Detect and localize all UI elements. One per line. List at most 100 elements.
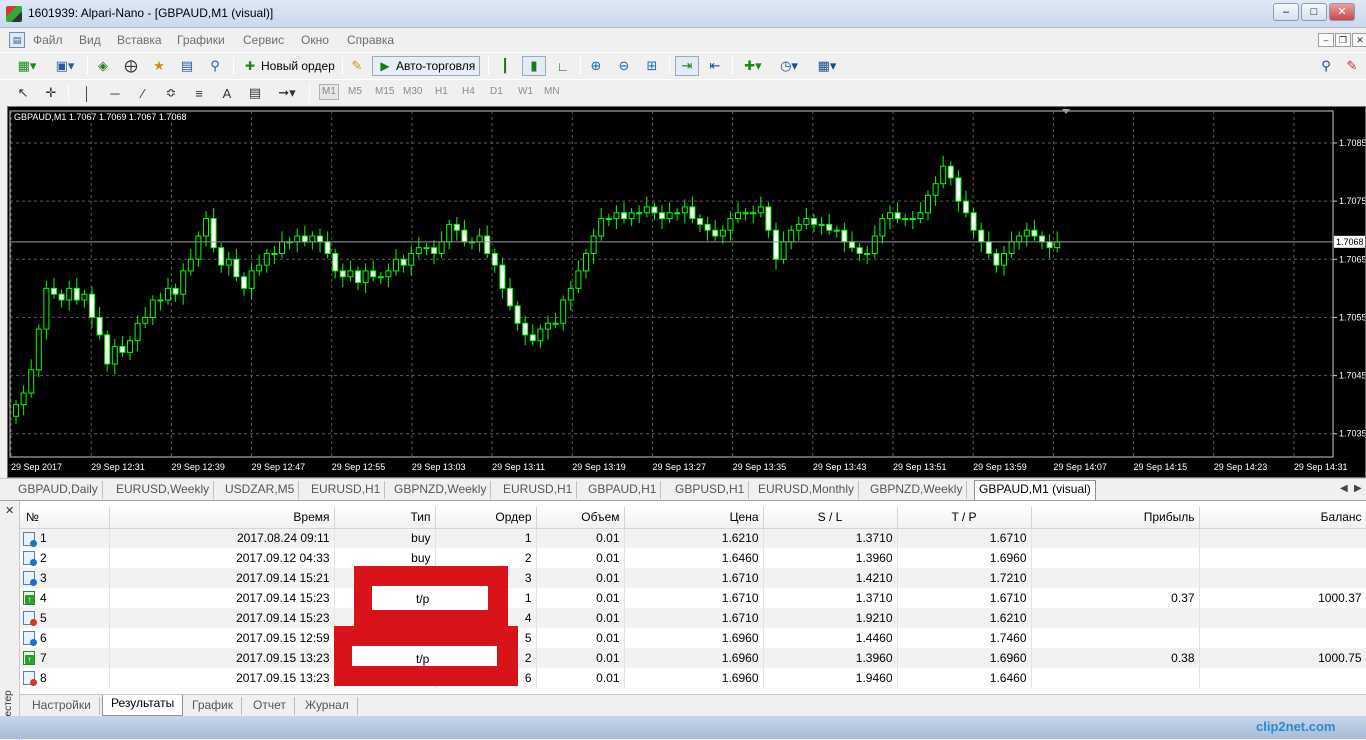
column-header[interactable]: Время	[109, 507, 335, 529]
chart-tab[interactable]: EURUSD,Weekly	[112, 481, 215, 499]
profiles-icon[interactable]: ▣▾	[48, 56, 82, 76]
timeframe-h4[interactable]: H4	[462, 86, 475, 97]
row-number: 6	[40, 630, 47, 645]
vertical-line-icon[interactable]: │	[76, 83, 98, 103]
maximize-button[interactable]: □	[1301, 3, 1327, 21]
terminal-icon[interactable]: ▤	[176, 56, 198, 76]
text-label-icon[interactable]: ▤	[244, 83, 266, 103]
trendline-icon[interactable]: ∕	[132, 83, 154, 103]
auto-trading-button[interactable]: ▶ Авто-торговля	[372, 56, 481, 76]
table-row[interactable]: 3 2017.09.14 15:21 3 0.01 1.6710 1.4210 1.7210	[20, 568, 1366, 588]
table-row[interactable]: 8 2017.09.15 13:23 6 0.01 1.6960 1.9460 1.6460	[20, 668, 1366, 688]
timeframe-m15[interactable]: M15	[375, 86, 394, 97]
chart-tab[interactable]: GBPUSD,H1	[671, 481, 750, 499]
zoom-out-icon[interactable]: ⊖	[613, 56, 635, 76]
x-tick-label: 29 Sep 13:35	[733, 462, 787, 472]
mdi-minimize-button[interactable]: –	[1318, 33, 1334, 47]
tester-close-icon[interactable]: ✕	[5, 504, 14, 517]
table-row[interactable]: 42017.09.14 15:2310.011.67101.37101.6710…	[20, 588, 1366, 608]
chart-tab[interactable]: GBPNZD,Weekly	[866, 481, 968, 499]
candle-body	[712, 229, 719, 237]
column-header[interactable]: Ордер	[435, 507, 537, 529]
menu-help[interactable]: Справка	[347, 33, 394, 47]
chart-tab[interactable]: GBPAUD,H1	[584, 481, 662, 499]
column-header[interactable]: Объем	[536, 507, 625, 529]
cursor-icon[interactable]: ↖	[12, 83, 34, 103]
search-icon[interactable]: ⚲	[1316, 56, 1336, 76]
menu-charts[interactable]: Графики	[177, 33, 225, 47]
expert-advisor-icon[interactable]: ✎	[1342, 56, 1362, 76]
candlestick-chart-icon[interactable]: ▮	[522, 56, 546, 76]
column-header[interactable]: Баланс	[1199, 507, 1366, 529]
chart-tab[interactable]: GBPAUD,Daily	[14, 481, 103, 499]
chart-tab[interactable]: USDZAR,M5	[221, 481, 300, 499]
close-button[interactable]: ✕	[1329, 3, 1355, 21]
price-chart[interactable]: 29 Sep 2017 29 Sep 12:31 29 Sep 12:39 29 Se…	[8, 107, 1365, 477]
new-order-button[interactable]: ✚ Новый ордер	[238, 56, 339, 76]
crosshair-icon[interactable]: ✛	[40, 83, 62, 103]
tile-windows-icon[interactable]: ⊞	[641, 56, 663, 76]
crosshair-navigator-icon[interactable]: ⨁	[120, 56, 142, 76]
timeframe-mn[interactable]: MN	[544, 86, 560, 97]
arrows-icon[interactable]: ➞▾	[272, 83, 302, 103]
menu-insert[interactable]: Вставка	[117, 33, 162, 47]
equidistant-channel-icon[interactable]: ≎	[160, 83, 182, 103]
chart-tab-active[interactable]: GBPAUD,M1 (visual)	[974, 480, 1096, 500]
text-icon[interactable]: A	[216, 83, 238, 103]
menu-tools[interactable]: Сервис	[243, 33, 284, 47]
tester-tab-settings[interactable]: Настройки	[24, 697, 100, 715]
timeframe-w1[interactable]: W1	[518, 86, 533, 97]
strategy-tester-icon[interactable]: ⚲	[204, 56, 226, 76]
timeframe-m30[interactable]: M30	[403, 86, 422, 97]
tester-tab-graph[interactable]: График	[184, 697, 242, 715]
menu-file[interactable]: Файл	[33, 33, 63, 47]
table-row[interactable]: 1 2017.08.24 09:11 buy 1 0.01 1.6210 1.3710 1.6…	[20, 528, 1366, 548]
table-row[interactable]: 72017.09.15 13:2320.011.69601.39601.6960…	[20, 648, 1366, 668]
column-header[interactable]: T / P	[897, 507, 1032, 529]
tab-scroll-right-icon[interactable]: ▶	[1354, 483, 1362, 494]
column-header[interactable]: Прибыль	[1031, 507, 1200, 529]
horizontal-line-icon[interactable]: ─	[104, 83, 126, 103]
metaeditor-icon[interactable]: ✎	[346, 56, 368, 76]
mdi-close-button[interactable]: ✕	[1352, 33, 1366, 47]
table-row[interactable]: 2 2017.09.12 04:33 buy 2 0.01 1.6460 1.3960 1.6…	[20, 548, 1366, 568]
tab-scroll-left-icon[interactable]: ◀	[1340, 483, 1348, 494]
candle-body	[719, 229, 726, 237]
timeframe-m1[interactable]: M1	[319, 84, 339, 100]
favorites-star-icon[interactable]: ★	[148, 56, 170, 76]
timeframe-m5[interactable]: M5	[348, 86, 362, 97]
table-row[interactable]: 6 2017.09.15 12:59 5 0.01 1.6960 1.4460 1.7460	[20, 628, 1366, 648]
templates-icon[interactable]: ▦▾	[812, 56, 842, 76]
periods-clock-icon[interactable]: ◷▾	[774, 56, 804, 76]
chart-window[interactable]: 29 Sep 2017 29 Sep 12:31 29 Sep 12:39 29 Se…	[7, 106, 1366, 478]
zoom-in-icon[interactable]: ⊕	[585, 56, 607, 76]
chart-tab[interactable]: EURUSD,Monthly	[754, 481, 860, 499]
bar-chart-icon[interactable]: ┃	[494, 56, 516, 76]
fibonacci-icon[interactable]: ≡	[188, 83, 210, 103]
chart-shift-icon[interactable]: ⇤	[704, 56, 726, 76]
chart-tab[interactable]: GBPNZD,Weekly	[390, 481, 492, 499]
chart-tab[interactable]: EURUSD,H1	[307, 481, 386, 499]
menu-window[interactable]: Окно	[301, 33, 329, 47]
indicators-icon[interactable]: ✚▾	[738, 56, 768, 76]
new-chart-icon[interactable]: ▦▾	[10, 56, 44, 76]
auto-scroll-icon[interactable]: ⇥	[675, 56, 699, 76]
market-watch-icon[interactable]: ◈	[92, 56, 114, 76]
tester-tab-report[interactable]: Отчет	[245, 697, 295, 715]
mdi-restore-button[interactable]: ❐	[1335, 33, 1351, 47]
tester-tab-journal[interactable]: Журнал	[297, 697, 358, 715]
column-header[interactable]: Цена	[624, 507, 764, 529]
line-chart-icon[interactable]: ∟	[552, 56, 574, 76]
column-header[interactable]: Тип	[334, 507, 436, 529]
chart-tab[interactable]: EURUSD,H1	[499, 481, 578, 499]
timeframe-h1[interactable]: H1	[435, 86, 448, 97]
column-header[interactable]: S / L	[763, 507, 898, 529]
minimize-button[interactable]: –	[1273, 3, 1299, 21]
tester-tab-results[interactable]: Результаты	[102, 695, 184, 716]
x-tick-label: 29 Sep 2017	[11, 462, 62, 472]
column-header[interactable]: №	[20, 507, 110, 529]
document-icon[interactable]: ▤	[9, 32, 25, 48]
timeframe-d1[interactable]: D1	[490, 86, 503, 97]
menu-view[interactable]: Вид	[79, 33, 101, 47]
table-row[interactable]: 5 2017.09.14 15:23 4 0.01 1.6710 1.9210 1.6210	[20, 608, 1366, 628]
